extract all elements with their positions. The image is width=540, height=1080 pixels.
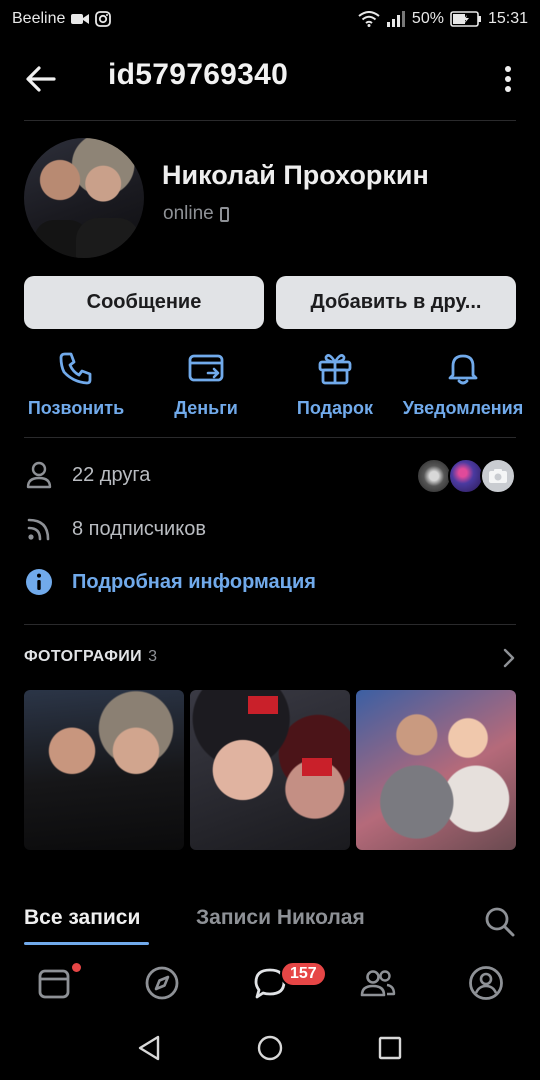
- money-card-icon: [188, 354, 224, 382]
- actions-divider: [24, 437, 516, 438]
- friends-row[interactable]: 22 друга: [24, 460, 150, 490]
- back-arrow-icon[interactable]: [24, 62, 58, 96]
- bell-icon: [448, 354, 478, 385]
- info-divider: [24, 624, 516, 625]
- page-title: id579769340: [108, 58, 289, 91]
- add-friend-button[interactable]: Добавить в дру...: [276, 276, 516, 329]
- hat-badge: [302, 758, 332, 776]
- messages-badge: 157: [280, 961, 327, 987]
- system-navigation-bar: [0, 1016, 540, 1080]
- search-icon[interactable]: [484, 906, 516, 938]
- tab-all-posts[interactable]: Все записи: [24, 906, 140, 930]
- user-icon: [26, 461, 52, 489]
- avatar-figure: [76, 218, 140, 258]
- news-icon[interactable]: [36, 965, 72, 1001]
- camera-icon: [489, 469, 507, 483]
- system-back-icon[interactable]: [136, 1034, 164, 1062]
- compass-icon[interactable]: [144, 965, 180, 1001]
- message-button[interactable]: Сообщение: [24, 276, 264, 329]
- friend-avatar: [448, 458, 484, 494]
- followers-count: 8 подписчиков: [72, 517, 206, 540]
- profile-header: id579769340: [0, 48, 540, 108]
- friends-count: 22 друга: [72, 463, 151, 486]
- money-action[interactable]: Деньги: [162, 348, 250, 419]
- rss-icon: [27, 518, 50, 541]
- header-divider: [24, 120, 516, 121]
- photos-title: ФОТОГРАФИИ: [24, 648, 143, 665]
- notifications-action[interactable]: Уведомления: [398, 348, 528, 419]
- gift-icon: [318, 354, 352, 385]
- chevron-right-icon[interactable]: [502, 648, 516, 668]
- more-vertical-icon[interactable]: [502, 64, 514, 94]
- photo-thumbnail[interactable]: [190, 690, 350, 850]
- photo-thumbnail[interactable]: [24, 690, 184, 850]
- friend-avatar: [480, 458, 516, 494]
- online-status-text: online: [163, 203, 214, 224]
- active-tab-indicator: [24, 942, 149, 945]
- online-status: online: [163, 203, 229, 225]
- mobile-icon: [219, 206, 229, 222]
- money-action-label: Деньги: [174, 398, 238, 418]
- avatar[interactable]: [24, 138, 144, 258]
- hat-badge: [248, 696, 278, 714]
- tab-own-posts[interactable]: Записи Николая: [196, 906, 365, 930]
- status-bar: Beeline 50% 15:31: [0, 0, 540, 38]
- gift-action-label: Подарок: [296, 398, 374, 418]
- call-action-label: Позвонить: [27, 398, 125, 418]
- system-recents-icon[interactable]: [376, 1034, 404, 1062]
- photo-thumbnail[interactable]: [356, 690, 516, 850]
- bottom-navigation: 157: [0, 955, 540, 1013]
- signal-icon: [386, 11, 405, 27]
- info-icon: [26, 569, 52, 595]
- followers-row[interactable]: 8 подписчиков: [24, 514, 206, 544]
- video-icon: [71, 14, 90, 24]
- photos-section-title[interactable]: ФОТОГРАФИИ 3: [24, 648, 157, 666]
- status-bar-right: 50% 15:31: [358, 10, 528, 28]
- phone-icon: [59, 352, 92, 385]
- profile-name: Николай Прохоркин: [162, 160, 429, 190]
- notifications-action-label: Уведомления: [402, 398, 524, 418]
- news-notification-dot: [72, 963, 81, 972]
- friend-avatar: [416, 458, 452, 494]
- battery-percent: 50%: [411, 10, 444, 27]
- system-home-icon[interactable]: [256, 1034, 284, 1062]
- friends-icon[interactable]: [360, 965, 396, 1001]
- details-link: Подробная информация: [72, 570, 316, 593]
- carrier-name: Beeline: [12, 10, 66, 27]
- wifi-icon: [358, 11, 380, 27]
- status-bar-left: Beeline: [12, 10, 112, 28]
- battery-icon: [450, 11, 481, 27]
- profile-icon[interactable]: [468, 965, 504, 1001]
- details-row[interactable]: Подробная информация: [24, 567, 316, 597]
- gift-action[interactable]: Подарок: [290, 348, 380, 419]
- instagram-icon: [95, 11, 112, 27]
- clock: 15:31: [487, 10, 528, 27]
- call-action[interactable]: Позвонить: [24, 348, 128, 419]
- photos-count: 3: [148, 648, 158, 665]
- friends-avatars[interactable]: [416, 458, 516, 494]
